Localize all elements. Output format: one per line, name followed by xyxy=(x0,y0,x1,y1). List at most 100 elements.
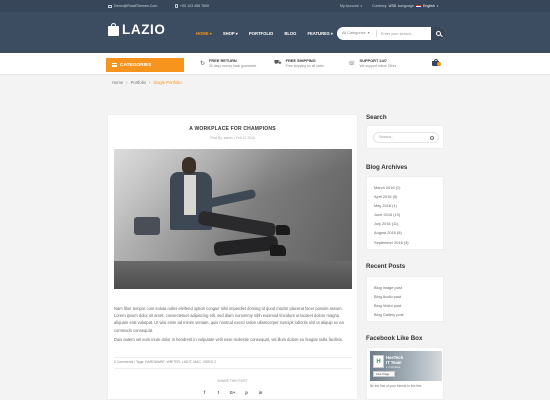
header-search: All Categories ▾ Enter your search... xyxy=(337,27,446,40)
phone-text: +00 123 456 7890 xyxy=(180,4,210,8)
recent-post-link[interactable]: Blog image post xyxy=(374,283,443,292)
divider xyxy=(114,357,352,358)
service-title: SUPPORT 24/7 xyxy=(359,58,387,63)
service-support: ☏ SUPPORT 24/7 We support online 24hrs xyxy=(348,58,396,68)
currency-value: USD xyxy=(388,4,397,8)
nav-home[interactable]: HOME ▾ xyxy=(196,31,212,36)
language-label: Language xyxy=(398,4,414,8)
breadcrumb-current: Single Portfolio xyxy=(153,80,182,85)
main-header: LAZIO HOME ▾ SHOP ▾ PORTFOLIO BLOG FEATU… xyxy=(0,12,550,53)
search-icon xyxy=(436,31,441,36)
facebook-icon[interactable]: f xyxy=(202,390,208,395)
recent-post-link[interactable]: Blog Video post xyxy=(374,301,443,310)
facebook-footer-text: Be the first of your friends to like thi… xyxy=(370,384,422,388)
sidebar-search-input[interactable]: Search... xyxy=(373,132,439,143)
categories-label: CATEGORIES xyxy=(120,62,152,68)
main-nav: HOME ▾ SHOP ▾ PORTFOLIO BLOG FEATURES ▾ xyxy=(196,31,344,36)
breadcrumb-home[interactable]: Home xyxy=(112,80,123,85)
chevron-down-icon: ▾ xyxy=(436,4,439,8)
post-paragraph: Duis autem vel eum iriure dolor in hendr… xyxy=(114,336,343,342)
archive-link[interactable]: August 2016 (8) xyxy=(374,228,443,237)
post-tags[interactable]: 0 Comments / Tags: HARDWARE, WRITER, LIG… xyxy=(114,360,216,364)
phone-icon xyxy=(175,4,178,8)
twitter-icon[interactable]: t xyxy=(216,390,222,395)
truck-icon: ⛟ xyxy=(274,60,282,66)
archive-link[interactable]: July 2016 (11) xyxy=(374,219,443,228)
facebook-page-avatar: H xyxy=(373,355,384,368)
search-input[interactable]: Enter your search... xyxy=(377,32,431,36)
share-buttons: f t G+ p in xyxy=(108,390,357,395)
archive-link[interactable]: May 2016 (1) xyxy=(374,201,443,210)
sidebar-search-placeholder: Search... xyxy=(379,135,395,139)
facebook-like-box: H HasTech IT Team 1,140 likes Like Page … xyxy=(366,347,444,400)
recent-post-link[interactable]: Blog Audio post xyxy=(374,292,443,301)
cart-button[interactable] xyxy=(431,58,441,67)
search-button[interactable] xyxy=(431,27,446,40)
blog-post-card: A WORKPLACE FOR CHAMPIONS Post By: admin… xyxy=(107,114,358,400)
pinterest-icon[interactable]: p xyxy=(244,390,250,395)
facebook-page-cover[interactable]: H HasTech IT Team 1,140 likes Like Page xyxy=(370,351,442,381)
linkedin-icon[interactable]: in xyxy=(258,390,264,395)
nav-shop[interactable]: SHOP ▾ xyxy=(223,31,238,36)
recent-posts-list: Blog image post Blog Audio post Blog Vid… xyxy=(366,276,444,322)
search-category-value: All Categories xyxy=(342,31,366,35)
archive-link[interactable]: April 2016 (5) xyxy=(374,192,443,201)
nav-blog[interactable]: BLOG xyxy=(284,31,296,36)
nav-features[interactable]: FEATURES ▾ xyxy=(307,31,333,36)
email-text: Demo@RoadThemes.Com xyxy=(114,4,158,8)
chevron-down-icon: ▾ xyxy=(367,31,370,35)
service-subtitle: Free shipping on all order xyxy=(285,64,325,68)
facebook-like-button[interactable]: Like Page xyxy=(373,371,395,377)
currency-selector[interactable]: Currency USD ▾ xyxy=(372,4,400,8)
categories-toggle[interactable]: CATEGORIES xyxy=(106,58,184,72)
service-title: FREE RETURN xyxy=(209,58,237,63)
archive-link[interactable]: September 2016 (3) xyxy=(374,238,443,247)
language-selector[interactable]: Language English ▾ xyxy=(398,4,438,8)
share-label: SHARE THIS POST xyxy=(217,379,248,383)
flag-icon xyxy=(416,4,421,8)
post-content: Nam liber tempor cum soluta nobis eleife… xyxy=(114,305,352,345)
breadcrumb-portfolio[interactable]: Portfolio xyxy=(131,80,146,85)
search-icon[interactable] xyxy=(430,136,434,140)
currency-label: Currency xyxy=(372,4,387,8)
nav-portfolio[interactable]: PORTFOLIO xyxy=(249,31,273,36)
top-bar: Demo@RoadThemes.Com +00 123 456 7890 My … xyxy=(0,0,550,12)
divider xyxy=(114,368,352,369)
archive-link[interactable]: March 2016 (1) xyxy=(374,183,443,192)
service-strip: CATEGORIES ↻ FREE RETURN 30 days money b… xyxy=(0,53,550,75)
service-title: FREE SHIPPING xyxy=(285,58,316,63)
cart-count-badge xyxy=(437,62,441,66)
sidebar-facebook-title: Facebook Like Box xyxy=(366,335,423,342)
logo-text: LAZIO xyxy=(122,22,166,37)
phone-contact: +00 123 456 7890 xyxy=(175,4,209,8)
recent-post-link[interactable]: Blog Gallery post xyxy=(374,310,443,319)
sidebar-archives-title: Blog Archives xyxy=(366,164,408,171)
breadcrumb-separator: › xyxy=(126,80,128,85)
google-plus-icon[interactable]: G+ xyxy=(230,390,236,395)
my-account-menu[interactable]: My Account ▾ xyxy=(340,4,362,8)
facebook-page-name[interactable]: HasTech IT Team xyxy=(386,355,403,365)
search-category-select[interactable]: All Categories ▾ xyxy=(337,30,377,37)
post-paragraph: Nam liber tempor cum soluta nobis eleife… xyxy=(114,306,344,333)
service-free-return: ↻ FREE RETURN 30 days money back guarant… xyxy=(200,58,256,68)
service-free-shipping: ⛟ FREE SHIPPING Free shipping on all ord… xyxy=(274,58,324,68)
site-logo[interactable]: LAZIO xyxy=(108,22,166,37)
my-account-label: My Account xyxy=(340,4,359,8)
chevron-down-icon: ▾ xyxy=(360,4,363,8)
sidebar-search-title: Search xyxy=(366,114,387,121)
service-subtitle: We support online 24hrs xyxy=(359,64,397,68)
blog-archives-list: March 2016 (1) April 2016 (5) May 2016 (… xyxy=(366,176,444,250)
facebook-likes-count: 1,140 likes xyxy=(386,365,401,369)
sidebar-recent-title: Recent Posts xyxy=(366,263,406,270)
post-title: A WORKPLACE FOR CHAMPIONS xyxy=(189,126,276,132)
language-value: English xyxy=(423,4,435,8)
shopping-bag-icon xyxy=(108,23,119,36)
post-meta: Post By: admin | Feb 12 2016 xyxy=(210,136,255,140)
headset-icon: ☏ xyxy=(348,60,356,67)
sidebar-search-widget: Search... xyxy=(366,125,444,149)
return-icon: ↻ xyxy=(200,60,206,67)
email-contact[interactable]: Demo@RoadThemes.Com xyxy=(108,4,157,8)
menu-icon xyxy=(112,63,117,67)
archive-link[interactable]: June 2016 (10) xyxy=(374,210,443,219)
post-featured-image xyxy=(114,149,352,289)
